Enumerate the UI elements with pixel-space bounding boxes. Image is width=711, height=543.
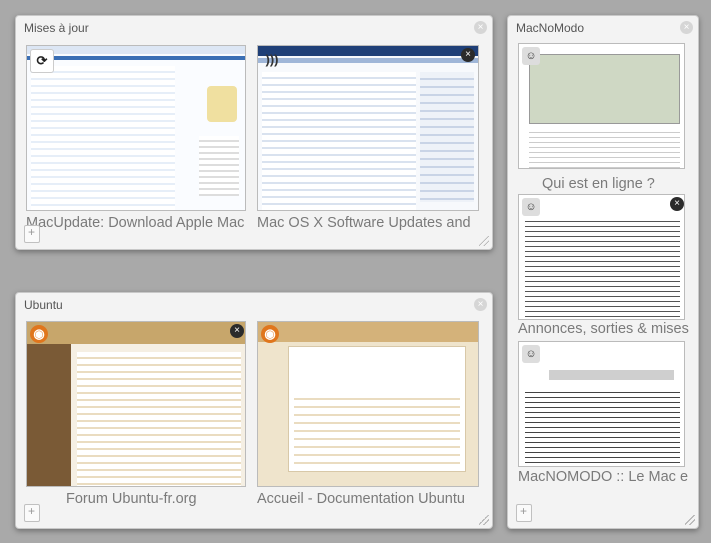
group-title[interactable]: Ubuntu — [24, 298, 63, 312]
add-tab-button[interactable] — [24, 504, 40, 522]
finder-icon: ☺ — [522, 345, 540, 363]
tab-group-macnomodo[interactable]: MacNoModo × ☺ Qui est en ligne ? ☺ × Ann… — [507, 15, 699, 529]
tab-thumbnail[interactable] — [518, 43, 685, 169]
close-group-icon[interactable]: × — [474, 298, 487, 311]
tab-title: Accueil - Documentation Ubuntu — [257, 491, 465, 507]
tab-thumbnail[interactable] — [257, 321, 479, 487]
tab-macupdate[interactable]: ⟳ MacUpdate: Download Apple Mac — [26, 45, 246, 235]
close-tab-icon[interactable]: × — [461, 48, 475, 62]
tab-title: Annonces, sorties & mises — [518, 321, 689, 337]
tab-thumbnail[interactable] — [518, 341, 685, 467]
add-tab-button[interactable] — [24, 225, 40, 243]
tab-title: Qui est en ligne ? — [542, 176, 655, 192]
tab-group-ubuntu[interactable]: Ubuntu × ◉ × Forum Ubuntu-fr.org ◉ Accue… — [15, 292, 493, 529]
tab-title: MacUpdate: Download Apple Mac — [26, 215, 245, 231]
tab-macnomodo-home[interactable]: ☺ MacNOMODO :: Le Mac e — [518, 341, 693, 511]
wifi-icon: ))) — [265, 52, 279, 67]
tab-title: Mac OS X Software Updates and — [257, 215, 471, 231]
resize-handle[interactable] — [685, 515, 695, 525]
tab-doc-ubuntu[interactable]: ◉ Accueil - Documentation Ubuntu — [257, 321, 479, 516]
close-tab-icon[interactable]: × — [670, 197, 684, 211]
tab-annonces[interactable]: ☺ × Annonces, sorties & mises — [518, 194, 693, 354]
tab-forum-ubuntu[interactable]: ◉ × Forum Ubuntu-fr.org — [26, 321, 246, 516]
tab-thumbnail[interactable] — [518, 194, 685, 320]
finder-icon: ☺ — [522, 198, 540, 216]
finder-icon: ☺ — [522, 47, 540, 65]
resize-handle[interactable] — [479, 515, 489, 525]
resize-handle[interactable] — [479, 236, 489, 246]
group-title[interactable]: MacNoModo — [516, 21, 584, 35]
tab-qui-est-en-ligne[interactable]: ☺ Qui est en ligne ? — [518, 43, 693, 203]
tab-thumbnail[interactable] — [26, 321, 246, 487]
close-tab-icon[interactable]: × — [230, 324, 244, 338]
close-group-icon[interactable]: × — [680, 21, 693, 34]
tab-macosx-updates[interactable]: ))) × Mac OS X Software Updates and — [257, 45, 479, 235]
add-tab-button[interactable] — [516, 504, 532, 522]
close-group-icon[interactable]: × — [474, 21, 487, 34]
ubuntu-logo-icon: ◉ — [30, 325, 48, 343]
tab-title: MacNOMODO :: Le Mac e — [518, 469, 689, 485]
tab-group-mises-a-jour[interactable]: Mises à jour × ⟳ MacUpdate: Download App… — [15, 15, 493, 250]
tab-thumbnail[interactable] — [257, 45, 479, 211]
refresh-icon: ⟳ — [30, 49, 54, 73]
group-title[interactable]: Mises à jour — [24, 21, 89, 35]
ubuntu-logo-icon: ◉ — [261, 325, 279, 343]
tab-thumbnail[interactable] — [26, 45, 246, 211]
tab-title: Forum Ubuntu-fr.org — [66, 491, 197, 507]
